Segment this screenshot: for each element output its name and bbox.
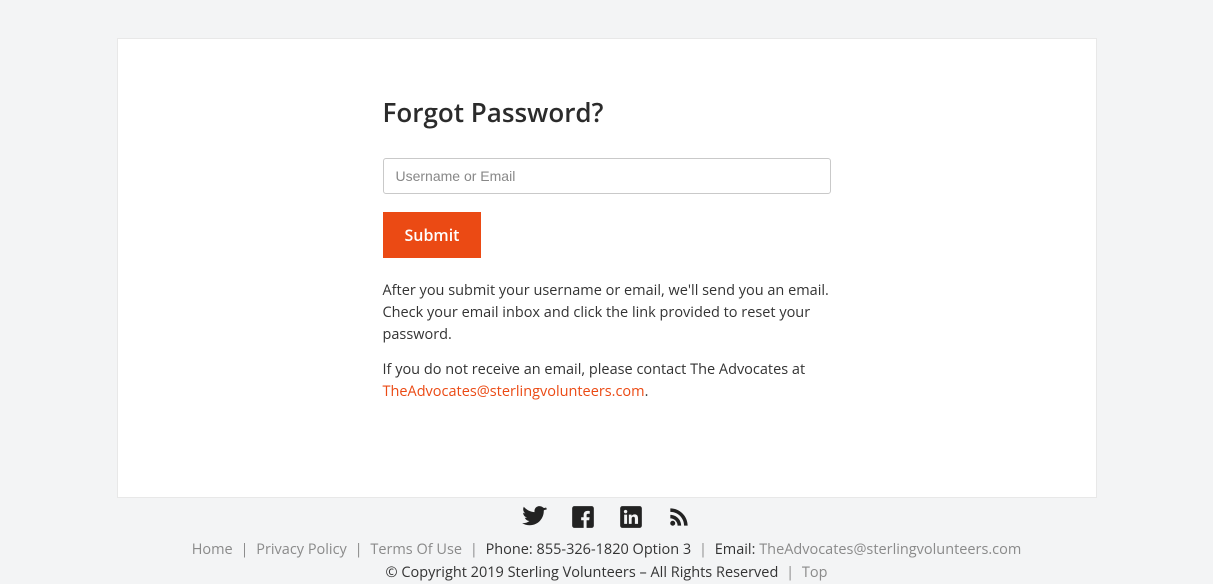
separator: | (699, 540, 707, 559)
footer-copyright-line: © Copyright 2019 Sterling Volunteers – A… (117, 561, 1097, 584)
submit-button[interactable]: Submit (383, 212, 482, 258)
footer-links-line: Home | Privacy Policy | Terms Of Use | P… (117, 538, 1097, 561)
rss-icon[interactable] (666, 504, 692, 530)
footer-phone-label: Phone: (486, 540, 533, 559)
facebook-icon[interactable] (570, 504, 596, 530)
separator: | (240, 540, 248, 559)
contact-suffix: . (645, 382, 649, 401)
footer-link-home[interactable]: Home (192, 540, 233, 559)
copyright-text: © Copyright 2019 Sterling Volunteers – A… (386, 563, 779, 582)
separator: | (470, 540, 478, 559)
contact-prefix: If you do not receive an email, please c… (383, 360, 806, 379)
footer-link-top[interactable]: Top (802, 563, 828, 582)
footer-link-privacy[interactable]: Privacy Policy (256, 540, 347, 559)
instruction-text-2: If you do not receive an email, please c… (383, 359, 831, 403)
footer-link-terms[interactable]: Terms Of Use (370, 540, 462, 559)
linkedin-icon[interactable] (618, 504, 644, 530)
footer-email-label: Email: (715, 540, 756, 559)
forgot-password-card: Forgot Password? Submit After you submit… (117, 38, 1097, 498)
contact-email-link[interactable]: TheAdvocates@sterlingvolunteers.com (383, 382, 645, 401)
footer-phone-value: 855-326-1820 Option 3 (537, 540, 692, 559)
instruction-text-1: After you submit your username or email,… (383, 280, 831, 345)
twitter-icon[interactable] (522, 504, 548, 530)
username-email-input[interactable] (383, 158, 831, 194)
separator: | (786, 563, 794, 582)
page-title: Forgot Password? (383, 94, 831, 130)
separator: | (355, 540, 363, 559)
footer-email-link[interactable]: TheAdvocates@sterlingvolunteers.com (759, 540, 1021, 559)
social-row (117, 504, 1097, 530)
